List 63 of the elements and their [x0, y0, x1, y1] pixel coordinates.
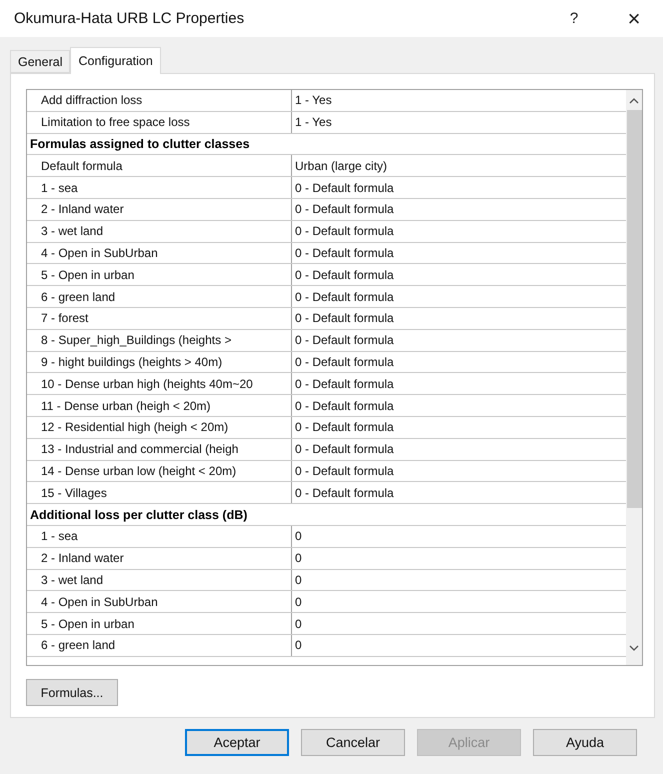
dialog-button[interactable]: Ayuda	[533, 729, 637, 756]
tab[interactable]: Configuration	[70, 47, 161, 74]
property-name: 7 - forest	[27, 308, 292, 329]
help-button[interactable]: ?	[559, 10, 589, 27]
dialog-button[interactable]: Cancelar	[301, 729, 405, 756]
property-value[interactable]: 0 - Default formula	[292, 352, 626, 372]
property-name: 6 - green land	[27, 286, 292, 307]
property-value[interactable]: 0 - Default formula	[292, 373, 626, 394]
property-value[interactable]: 0	[292, 613, 626, 634]
property-value[interactable]: 0 - Default formula	[292, 286, 626, 307]
property-name: 13 - Industrial and commercial (heigh	[27, 438, 292, 460]
property-name: 2 - Inland water	[27, 198, 292, 220]
property-name: 8 - Super_high_Buildings (heights >	[27, 330, 292, 351]
property-name: 2 - Inland water	[27, 548, 292, 569]
property-value[interactable]: Urban (large city)	[292, 155, 626, 176]
property-name: 10 - Dense urban high (heights 40m~20	[27, 373, 292, 394]
property-value[interactable]: 0 - Default formula	[292, 198, 626, 220]
property-value[interactable]: 0	[292, 570, 626, 590]
window-title: Okumura-Hata URB LC Properties	[14, 10, 246, 27]
property-name: Limitation to free space loss	[27, 112, 292, 133]
dialog-button[interactable]: Aceptar	[185, 729, 289, 756]
property-value[interactable]: 0 - Default formula	[292, 220, 626, 242]
property-name: 4 - Open in SubUrban	[27, 242, 292, 264]
property-name: 4 - Open in SubUrban	[27, 591, 292, 612]
section-header: Additional loss per clutter class (dB)	[27, 504, 626, 526]
property-value[interactable]: 1 - Yes	[292, 90, 626, 111]
property-name: 6 - green land	[27, 634, 292, 656]
property-value[interactable]: 0 - Default formula	[292, 416, 626, 438]
property-name: 3 - wet land	[27, 220, 292, 242]
property-value[interactable]: 0 - Default formula	[292, 330, 626, 351]
property-value[interactable]: 0 - Default formula	[292, 482, 626, 504]
property-value[interactable]: 0	[292, 548, 626, 569]
property-name: 3 - wet land	[27, 570, 292, 590]
property-name: Add diffraction loss	[27, 90, 292, 111]
property-name: 11 - Dense urban (heigh < 20m)	[27, 395, 292, 416]
property-name: 14 - Dense urban low (height < 20m)	[27, 460, 292, 482]
property-name: 9 - hight buildings (heights > 40m)	[27, 352, 292, 372]
section-header: Formulas assigned to clutter classes	[27, 134, 626, 156]
scroll-thumb[interactable]	[626, 110, 642, 508]
property-value[interactable]: 0	[292, 526, 626, 547]
property-name: 1 - sea	[27, 177, 292, 198]
property-name: 5 - Open in urban	[27, 264, 292, 286]
property-value[interactable]: 0	[292, 634, 626, 656]
property-name: 1 - sea	[27, 526, 292, 547]
property-value[interactable]: 0 - Default formula	[292, 438, 626, 460]
property-value[interactable]: 0	[292, 591, 626, 612]
property-value[interactable]: 0 - Default formula	[292, 395, 626, 416]
property-value[interactable]: 0 - Default formula	[292, 264, 626, 286]
scroll-down-icon[interactable]	[629, 645, 639, 651]
property-value[interactable]: 1 - Yes	[292, 112, 626, 133]
property-name: 12 - Residential high (heigh < 20m)	[27, 416, 292, 438]
property-name: 5 - Open in urban	[27, 613, 292, 634]
property-value[interactable]: 0 - Default formula	[292, 308, 626, 329]
property-name: Default formula	[27, 155, 292, 176]
property-name: 15 - Villages	[27, 482, 292, 504]
property-value[interactable]: 0 - Default formula	[292, 460, 626, 482]
scrollbar[interactable]	[626, 90, 642, 665]
property-value[interactable]: 0 - Default formula	[292, 242, 626, 264]
formulas-button[interactable]: Formulas...	[26, 679, 118, 706]
scroll-up-icon[interactable]	[629, 98, 639, 104]
property-value[interactable]: 0 - Default formula	[292, 177, 626, 198]
close-button[interactable]: ×	[619, 6, 649, 32]
tab[interactable]: General	[10, 50, 70, 73]
